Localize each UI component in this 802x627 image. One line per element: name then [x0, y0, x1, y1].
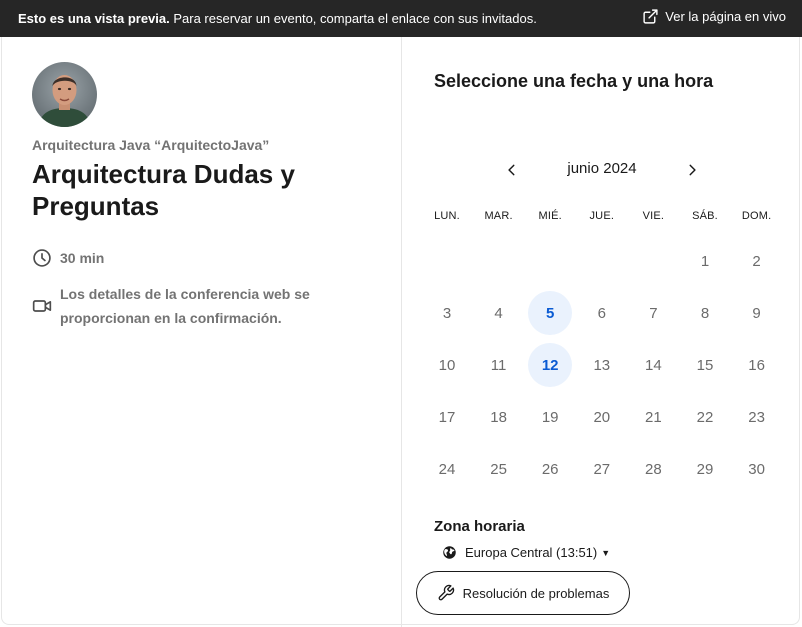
calendar-day: 22 — [696, 408, 714, 426]
weekday-header: JUE. — [589, 210, 615, 222]
weekday-header: VIE. — [642, 210, 665, 222]
calendar-day: 2 — [752, 252, 761, 270]
calendar-day: 13 — [593, 356, 611, 374]
calendar-day: 17 — [438, 408, 456, 426]
calendar-day: 10 — [438, 356, 456, 374]
globe-icon — [443, 546, 456, 559]
calendar-day: 26 — [541, 460, 559, 478]
weekday-header: MAR. — [484, 210, 513, 222]
next-month-button[interactable] — [682, 160, 702, 180]
month-navigation: junio 2024 — [500, 156, 704, 182]
preview-text: Para reservar un evento, comparta el enl… — [169, 11, 537, 26]
preview-message: Esto es una vista previa. Para reservar … — [18, 11, 537, 26]
calendar-day: 1 — [700, 252, 710, 270]
calendar-day: 23 — [748, 408, 765, 426]
duration-text: 30 min — [60, 250, 105, 266]
event-duration: 30 min — [32, 246, 104, 270]
timezone-label: Zona horaria — [434, 518, 525, 535]
wrench-icon — [438, 584, 454, 601]
calendar-day: 24 — [438, 460, 456, 478]
calendar-day: 18 — [490, 408, 507, 426]
calendar-day: 27 — [593, 460, 611, 478]
calendar-day: 25 — [490, 460, 507, 478]
calendar-day: 29 — [696, 460, 714, 478]
calendar-day: 9 — [752, 304, 761, 322]
view-live-page-label: Ver la página en vivo — [665, 9, 786, 24]
external-link-icon — [643, 9, 658, 24]
organizer-name: Arquitectura Java “ArquitectoJava” — [32, 137, 270, 153]
conference-text: Los detalles de la conferencia web se pr… — [60, 286, 310, 326]
calendar-day-available[interactable]: 12 — [528, 343, 573, 387]
event-title: Arquitectura Dudas y Preguntas — [32, 159, 295, 221]
month-label: junio 2024 — [567, 160, 637, 177]
calendar-day: 19 — [541, 408, 559, 426]
select-date-heading: Seleccione una fecha y una hora — [434, 71, 714, 91]
troubleshoot-button[interactable]: Resolución de problemas — [416, 571, 630, 615]
chevron-right-icon — [689, 164, 696, 176]
video-camera-icon — [32, 300, 52, 312]
preview-banner: Esto es una vista previa. Para reservar … — [0, 0, 802, 37]
weekday-header: LUN. — [434, 210, 460, 222]
weekday-header: MIÉ. — [538, 210, 562, 222]
weekday-header: DOM. — [741, 210, 772, 222]
avatar — [32, 62, 97, 127]
caret-down-icon: ▼ — [601, 547, 611, 558]
calendar-day: 30 — [748, 460, 765, 478]
troubleshoot-label: Resolución de problemas — [462, 585, 610, 601]
calendar-day: 3 — [442, 304, 452, 322]
calendar-day: 8 — [700, 304, 710, 322]
calendar-day: 16 — [748, 356, 765, 374]
panel-divider — [401, 37, 402, 627]
preview-bold: Esto es una vista previa. — [18, 11, 170, 26]
calendar-day: 20 — [593, 408, 611, 426]
event-conference-info: Los detalles de la conferencia web se pr… — [32, 282, 362, 330]
calendar-day: 6 — [597, 304, 606, 322]
view-live-page-link[interactable]: Ver la página en vivo — [642, 8, 786, 25]
timezone-selector[interactable]: Europa Central (13:51) ▼ — [442, 545, 610, 560]
calendar-day: 11 — [490, 356, 507, 374]
calendar-day: 4 — [494, 304, 503, 322]
timezone-value: Europa Central (13:51) — [465, 545, 598, 560]
weekday-header: SÁB. — [692, 210, 718, 222]
clock-icon — [33, 249, 51, 267]
calendar-day: 15 — [696, 356, 714, 374]
calendar-day-available[interactable]: 5 — [528, 291, 573, 335]
